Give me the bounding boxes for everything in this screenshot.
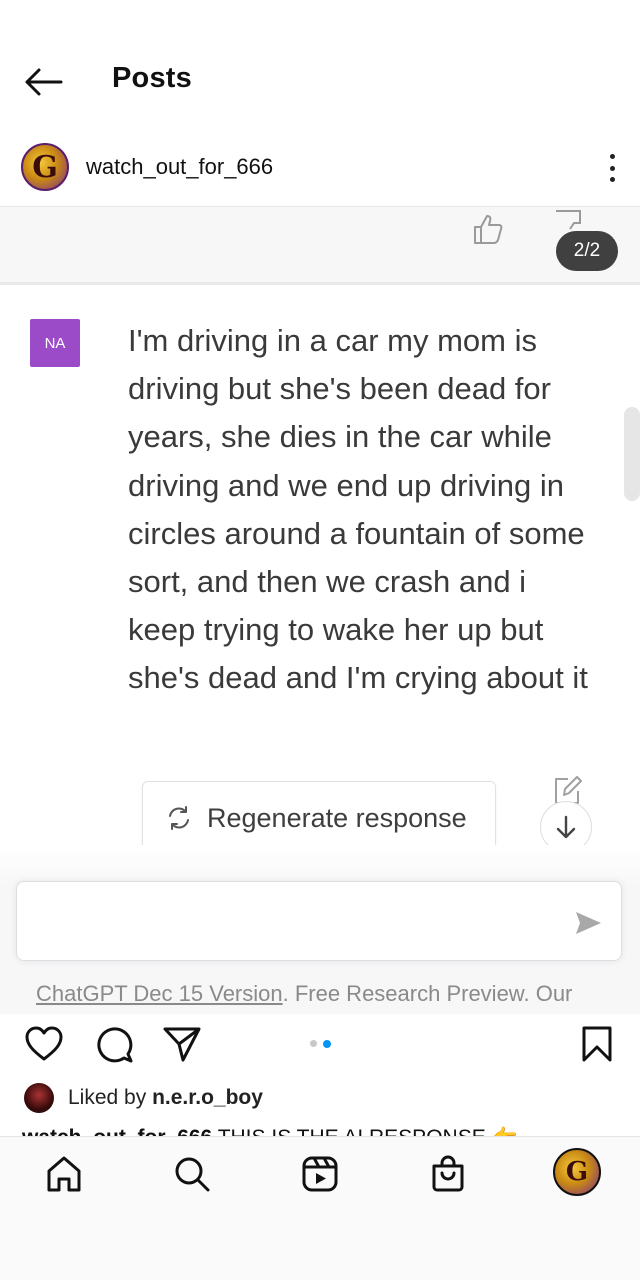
likes-row[interactable]: Liked by n.e.r.o_boy [24,1082,263,1114]
regenerate-label: Regenerate response [207,802,467,833]
carousel-dot-active [323,1040,331,1048]
page-title: Posts [112,62,192,94]
chat-input-area: ChatGPT Dec 15 Version. Free Research Pr… [0,845,640,1014]
shop-icon [432,1155,464,1192]
search-icon [175,1157,210,1192]
liker-avatar [24,1083,54,1113]
author-avatar[interactable]: G [21,143,69,191]
more-dot [609,165,615,171]
disclaimer-text: . Free Research Preview. Our [282,981,573,1006]
avatar-letter: G [32,149,58,185]
liker-username[interactable]: n.e.r.o_boy [152,1086,263,1109]
nav-search[interactable] [171,1153,213,1195]
back-button[interactable] [22,62,64,102]
heart-icon[interactable] [24,1024,64,1064]
nav-shop[interactable] [427,1153,469,1195]
home-icon [47,1156,81,1192]
regenerate-icon [169,806,189,830]
profile-avatar-letter: G [565,1157,589,1187]
thumbs-up-icon [474,215,503,244]
likes-text: Liked by n.e.r.o_boy [68,1086,263,1110]
disclaimer: ChatGPT Dec 15 Version. Free Research Pr… [36,981,572,1007]
version-link[interactable]: ChatGPT Dec 15 Version [36,981,283,1006]
instagram-post-screen: Posts G watch_out_for_666 2/2 NA I'm dri… [0,0,640,1280]
nav-reels[interactable] [299,1153,341,1195]
bottom-navigation: G [0,1136,640,1280]
more-dot [609,177,615,182]
carousel-counter: 2/2 [556,231,618,271]
post-header: G watch_out_for_666 [0,140,640,196]
author-username[interactable]: watch_out_for_666 [86,154,273,180]
user-message: I'm driving in a car my mom is driving b… [128,323,588,696]
comment-icon[interactable] [94,1024,134,1064]
bookmark-icon[interactable] [578,1024,618,1064]
more-options-icon [609,154,615,159]
ai-response-strip: 2/2 [0,207,640,285]
send-icon[interactable] [573,908,603,938]
top-bar: Posts [0,0,640,130]
reels-icon [302,1156,338,1192]
regenerate-button[interactable]: Regenerate response [142,781,496,855]
chat-input[interactable] [16,881,622,961]
share-icon[interactable] [162,1024,202,1064]
post-media[interactable]: 2/2 NA I'm driving in a car my mom is dr… [0,206,640,1014]
scrollbar-thumb[interactable] [624,407,640,501]
likes-prefix: Liked by [68,1086,153,1109]
more-options-button[interactable] [606,150,618,186]
arrow-down-icon [556,815,576,839]
nav-profile[interactable]: G [553,1148,601,1196]
user-badge: NA [30,319,80,367]
back-arrow-icon [25,68,63,96]
post-actions [0,1020,640,1070]
nav-home[interactable] [43,1153,85,1195]
carousel-dot [310,1040,317,1047]
carousel-indicator [310,1040,331,1048]
